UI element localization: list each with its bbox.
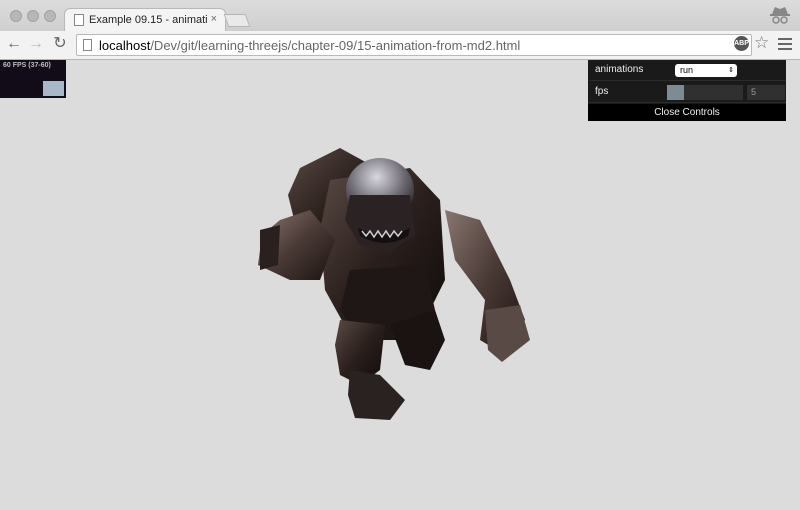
select-arrows-icon: ⇕ [728, 67, 734, 74]
dat-gui-panel: animations run ⇕ fps 5 Close Controls [588, 60, 786, 121]
animations-label: animations [595, 64, 644, 75]
forward-icon[interactable]: → [26, 34, 46, 54]
back-icon[interactable]: ← [4, 34, 24, 54]
stats-panel[interactable]: 60 FPS (37-60) [0, 60, 66, 98]
fps-number-input[interactable]: 5 [747, 85, 785, 100]
incognito-profile-icon[interactable] [768, 4, 792, 26]
reload-icon[interactable]: ↻ [50, 34, 70, 54]
tab-active[interactable]: Example 09.15 - animation × [64, 8, 226, 32]
ogre-model [258, 148, 530, 420]
animations-value: run [680, 65, 694, 75]
title-bar: Example 09.15 - animation × [0, 0, 800, 32]
fps-readout: 60 FPS (37-60) [3, 62, 51, 69]
url-host: localhost [99, 38, 151, 53]
close-controls-button[interactable]: Close Controls [588, 104, 786, 121]
bookmark-star-icon[interactable]: ☆ [754, 33, 769, 53]
new-tab-button[interactable] [223, 14, 251, 27]
url-path: /Dev/git/learning-threejs/chapter-09/15-… [150, 38, 521, 53]
fps-slider[interactable] [667, 85, 743, 100]
fps-slider-fill [667, 85, 684, 100]
address-bar[interactable]: localhost/Dev/git/learning-threejs/chapt… [76, 34, 752, 56]
page-icon [83, 39, 92, 51]
tab-close-icon[interactable]: × [211, 13, 217, 25]
browser-chrome: Example 09.15 - animation × ← → ↻ localh… [0, 0, 800, 60]
url-text: localhost/Dev/git/learning-threejs/chapt… [99, 38, 520, 53]
close-window-button[interactable] [10, 10, 22, 22]
browser-toolbar: ← → ↻ localhost/Dev/git/learning-threejs… [0, 31, 800, 59]
minimize-window-button[interactable] [27, 10, 39, 22]
document-icon [74, 14, 84, 26]
animations-row: animations run ⇕ [588, 60, 786, 81]
tab-title: Example 09.15 - animation [89, 14, 207, 26]
fps-graph [43, 81, 64, 96]
fps-row: fps 5 [588, 82, 786, 103]
extension-icon[interactable]: ABP [734, 36, 749, 51]
maximize-window-button[interactable] [44, 10, 56, 22]
fps-label: fps [595, 86, 609, 97]
animations-select[interactable]: run ⇕ [675, 64, 737, 77]
menu-icon[interactable] [778, 35, 792, 53]
